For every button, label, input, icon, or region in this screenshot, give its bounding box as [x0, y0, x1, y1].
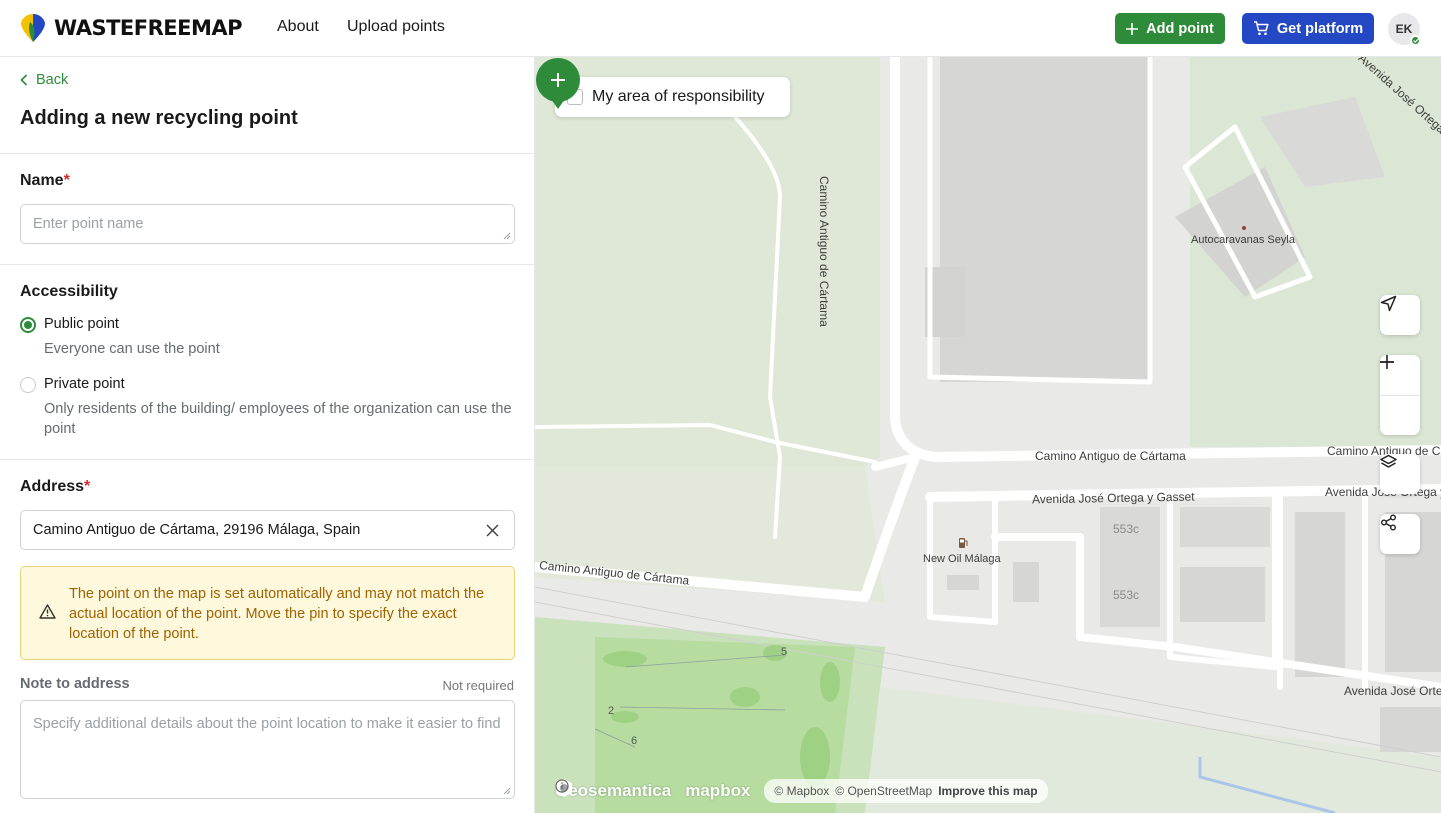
road-label: Avenida José Ortega y Gasset [1344, 684, 1441, 698]
name-placeholder: Enter point name [33, 216, 144, 232]
public-point-option[interactable]: Public point [20, 316, 119, 333]
navigation-arrow-icon [1380, 295, 1397, 312]
divider [0, 153, 534, 154]
add-point-form-panel: Back Adding a new recycling point Name* … [0, 57, 535, 813]
top-header: WASTEFREEMAP About Upload points Add poi… [0, 0, 1441, 57]
warning-icon [39, 604, 56, 619]
golf-hole-number: 5 [781, 646, 788, 658]
my-location-button[interactable] [1380, 295, 1420, 335]
public-point-title: Public point [44, 316, 119, 332]
chevron-left-icon [20, 74, 28, 86]
back-label: Back [36, 72, 69, 88]
zoom-out-button[interactable] [1380, 361, 1420, 436]
golf-hole-number: 6 [631, 735, 638, 747]
public-point-radio[interactable] [20, 317, 36, 333]
minus-icon [1380, 361, 1394, 363]
layers-button[interactable] [1380, 454, 1420, 494]
address-value: Camino Antiguo de Cártama, 29196 Málaga,… [33, 522, 361, 538]
address-label: Address* [20, 478, 91, 495]
accessibility-label: Accessibility [20, 283, 118, 300]
name-label: Name* [20, 172, 70, 189]
page-title: Adding a new recycling point [20, 107, 298, 129]
area-checkbox-label: My area of responsibility [592, 88, 765, 105]
map-canvas[interactable] [535, 57, 1441, 813]
building [940, 57, 1150, 382]
building [947, 575, 979, 590]
private-point-radio[interactable] [20, 377, 36, 393]
resize-handle-icon[interactable] [503, 787, 511, 795]
private-point-title: Private point [44, 376, 125, 392]
building-number: 553c [1113, 588, 1140, 602]
layers-icon [1380, 454, 1397, 468]
mapbox-copyright-link[interactable]: © Mapbox [774, 784, 829, 798]
add-point-button[interactable]: Add point [1115, 13, 1225, 44]
share-button[interactable] [1380, 514, 1420, 554]
osm-copyright-link[interactable]: © OpenStreetMap [835, 784, 932, 798]
gas-station-icon [959, 538, 968, 548]
mapbox-logo[interactable]: mapbox [556, 780, 750, 801]
private-point-option[interactable]: Private point [20, 376, 125, 393]
map-view[interactable]: Camino Antiguo de Cártama Camino Antiguo… [535, 57, 1441, 813]
road-label: Avenida José Ortega y Gasset [1031, 489, 1195, 507]
user-avatar[interactable]: EK [1388, 13, 1421, 46]
location-warning: The point on the map is set automaticall… [20, 566, 515, 660]
building-number: 553c [1113, 522, 1140, 536]
name-input[interactable]: Enter point name [20, 204, 515, 244]
nav-upload-points[interactable]: Upload points [347, 18, 445, 36]
area-of-responsibility-toggle[interactable]: My area of responsibility [555, 77, 790, 117]
plus-icon [1126, 22, 1139, 35]
improve-map-link[interactable]: Improve this map [938, 784, 1037, 798]
private-point-description: Only residents of the building/ employee… [44, 401, 512, 437]
building [1013, 562, 1039, 602]
note-required-hint: Not required [442, 678, 514, 693]
logo-icon [21, 13, 45, 43]
copyright-bar: © Mapbox © OpenStreetMap Improve this ma… [555, 779, 1048, 803]
public-point-description: Everyone can use the point [44, 341, 220, 357]
divider [0, 264, 534, 265]
add-point-label: Add point [1146, 20, 1214, 37]
map-attribution: Geosemantica mapbox © Mapbox © OpenStree… [555, 779, 1048, 803]
note-input[interactable]: Specify additional details about the poi… [20, 700, 515, 799]
location-pin-icon[interactable] [535, 57, 581, 110]
back-link[interactable]: Back [20, 72, 68, 88]
warning-text: The point on the map is set automaticall… [69, 586, 485, 642]
road-label: Camino Antiguo de Cártama [817, 176, 831, 327]
poi-dot [1242, 226, 1246, 230]
building [1295, 512, 1345, 677]
share-icon [1381, 514, 1396, 531]
cart-icon [1253, 21, 1269, 36]
logo-text: WASTEFREEMAP [54, 16, 243, 40]
online-status-icon [1410, 35, 1421, 46]
zoom-controls [1380, 355, 1420, 435]
building [1180, 567, 1265, 622]
get-platform-label: Get platform [1276, 20, 1364, 37]
divider [0, 459, 534, 460]
logo[interactable]: WASTEFREEMAP [20, 13, 243, 43]
road-label: Camino Antiguo de Cártama [1035, 449, 1186, 463]
note-placeholder: Specify additional details about the poi… [33, 716, 501, 732]
building [1180, 507, 1270, 547]
info-icon[interactable] [555, 779, 569, 793]
get-platform-button[interactable]: Get platform [1242, 13, 1374, 44]
poi-label: New Oil Málaga [923, 553, 1001, 565]
golf-hole-number: 2 [608, 705, 615, 717]
nav-about[interactable]: About [277, 18, 319, 36]
poi-label: Autocaravanas Seyla [1191, 234, 1295, 246]
clear-icon[interactable] [486, 524, 499, 537]
note-label: Note to address [20, 676, 130, 692]
resize-handle-icon[interactable] [503, 232, 511, 240]
building [1380, 707, 1441, 752]
address-input[interactable]: Camino Antiguo de Cártama, 29196 Málaga,… [20, 510, 515, 550]
avatar-initials: EK [1395, 22, 1413, 36]
